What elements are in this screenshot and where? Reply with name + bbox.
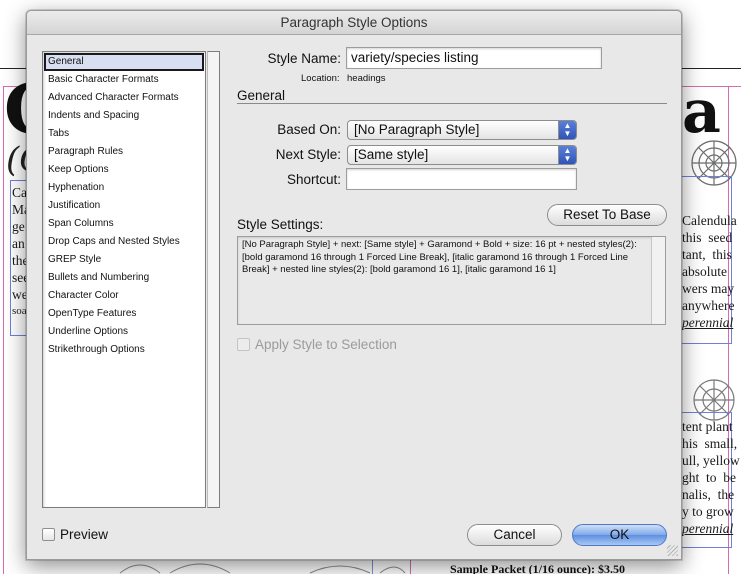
based-on-popup[interactable]: [No Paragraph Style] ▲ ▼ <box>347 120 577 140</box>
shortcut-input[interactable] <box>346 168 577 190</box>
right-text-line: perennial <box>682 315 734 330</box>
right-text-line: ull, yellow <box>682 453 740 468</box>
category-list[interactable]: General Basic Character Formats Advanced… <box>42 51 206 508</box>
paragraph-style-options-dialog: Paragraph Style Options General Basic Ch… <box>26 10 682 560</box>
left-text-line: soa <box>12 305 27 317</box>
category-item-strikethrough-options[interactable]: Strikethrough Options <box>48 344 145 355</box>
right-text-line: perennial <box>682 521 734 536</box>
left-text-line: Ca <box>12 185 27 200</box>
preview-label: Preview <box>60 527 109 542</box>
category-list-scrollbar[interactable] <box>207 51 220 508</box>
style-settings-scrollbar[interactable] <box>651 237 665 324</box>
right-text-line: tant, this <box>682 247 732 262</box>
category-item-justification[interactable]: Justification <box>48 200 100 211</box>
category-item-paragraph-rules[interactable]: Paragraph Rules <box>48 146 123 157</box>
margin-guide-left <box>3 86 4 574</box>
category-item-advanced-character-formats[interactable]: Advanced Character Formats <box>48 92 179 103</box>
reset-to-base-button[interactable]: Reset To Base <box>547 204 667 226</box>
category-item-basic-character-formats[interactable]: Basic Character Formats <box>48 74 159 85</box>
right-text-line: tent plant <box>682 419 733 434</box>
next-style-popup[interactable]: [Same style] ▲ ▼ <box>347 145 577 165</box>
right-text-line: absolute <box>682 264 727 279</box>
dialog-title[interactable]: Paragraph Style Options <box>27 11 681 35</box>
category-item-hyphenation[interactable]: Hyphenation <box>48 182 104 193</box>
left-text-line: an <box>12 236 25 251</box>
style-settings-box: [No Paragraph Style] + next: [Same style… <box>237 236 666 325</box>
apply-style-checkbox[interactable] <box>237 338 250 351</box>
right-text-line: this seed <box>682 230 733 245</box>
right-text-line: Calendula <box>682 213 737 228</box>
category-item-character-color[interactable]: Character Color <box>48 290 119 301</box>
location-value: headings <box>347 73 386 84</box>
next-style-label: Next Style: <box>275 147 341 162</box>
category-item-drop-caps-and-nested-styles[interactable]: Drop Caps and Nested Styles <box>48 236 180 247</box>
right-text-line: nalis, the <box>682 487 735 502</box>
based-on-label: Based On: <box>277 122 341 137</box>
location-label: Location: <box>301 73 340 84</box>
based-on-value: [No Paragraph Style] <box>354 122 480 137</box>
section-title: General <box>237 88 286 103</box>
section-divider <box>237 103 667 104</box>
updown-arrows-icon: ▲ ▼ <box>558 146 576 164</box>
shortcut-label: Shortcut: <box>286 172 341 187</box>
style-name-input[interactable]: variety/species listing <box>346 47 602 69</box>
left-text-line: ge <box>12 219 25 234</box>
updown-arrows-icon: ▲ ▼ <box>558 121 576 139</box>
category-item-underline-options[interactable]: Underline Options <box>48 326 128 337</box>
right-text-line: anywhere <box>682 298 735 313</box>
resize-grip-icon[interactable] <box>667 545 678 556</box>
category-item-span-columns[interactable]: Span Columns <box>48 218 114 229</box>
heading-end-letter: a <box>682 77 721 147</box>
category-item-tabs[interactable]: Tabs <box>48 128 69 139</box>
right-text-line: ght to be <box>682 470 736 485</box>
category-item-keep-options[interactable]: Keep Options <box>48 164 109 175</box>
sample-packet-line: Sample Packet (1/16 ounce): $3.50 <box>450 562 625 574</box>
next-style-value: [Same style] <box>354 147 429 162</box>
category-item-general[interactable]: General <box>48 56 84 67</box>
category-item-grep-style[interactable]: GREP Style <box>48 254 101 265</box>
category-item-opentype-features[interactable]: OpenType Features <box>48 308 136 319</box>
style-settings-text: [No Paragraph Style] + next: [Same style… <box>242 239 637 275</box>
right-text-line: his small, <box>682 436 738 451</box>
style-name-label: Style Name: <box>267 51 341 66</box>
cancel-button[interactable]: Cancel <box>467 524 562 546</box>
ok-button[interactable]: OK <box>572 524 667 546</box>
category-item-indents-and-spacing[interactable]: Indents and Spacing <box>48 110 139 121</box>
right-text-line: y to grow <box>682 504 734 519</box>
right-text-line: wers may <box>682 281 735 296</box>
preview-checkbox[interactable] <box>42 528 55 541</box>
category-item-bullets-and-numbering[interactable]: Bullets and Numbering <box>48 272 149 283</box>
apply-style-label: Apply Style to Selection <box>255 337 397 352</box>
style-settings-label: Style Settings: <box>237 217 324 232</box>
